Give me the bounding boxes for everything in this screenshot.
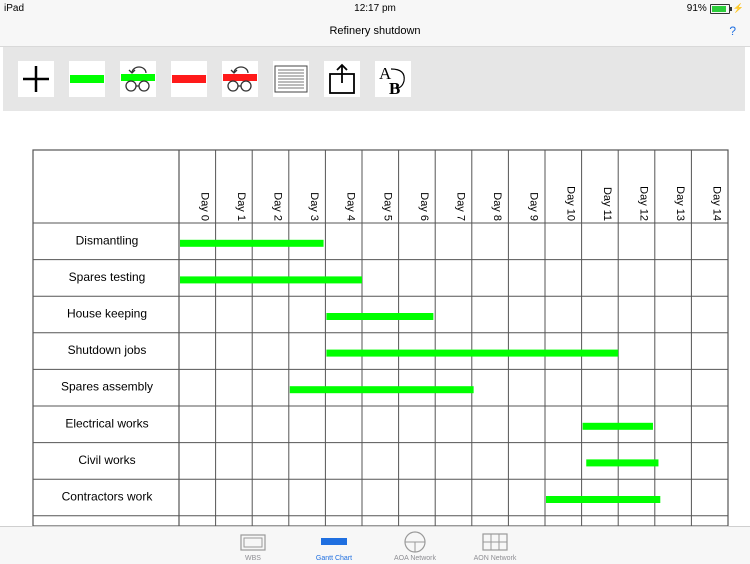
task-bar[interactable] — [289, 386, 474, 394]
task-bar[interactable] — [546, 496, 661, 503]
day-header-label: Day 14 — [711, 186, 723, 221]
tab-gantt-chart[interactable]: Gantt Chart — [294, 527, 374, 564]
day-header-label: Day 2 — [272, 192, 284, 221]
day-header-label: Day 0 — [198, 192, 210, 221]
aon-network-icon — [482, 533, 508, 551]
gantt-chart: Day 0 Day 1 Day 2 Day 3 Day 4 Day 5 Day 6 Day 7… — [32, 149, 729, 527]
task-name-label: Shutdown jobs — [68, 343, 147, 357]
tab-gantt-chart-label: Gantt Chart — [315, 555, 353, 562]
tab-wbs[interactable]: WBS — [213, 527, 293, 564]
tab-aoa-network[interactable]: AOA Network — [375, 527, 455, 564]
tab-aon-network-label: AON Network — [473, 555, 517, 562]
day-header-label: Day 7 — [455, 192, 467, 221]
task-bar[interactable] — [582, 422, 653, 430]
task-bar[interactable] — [180, 276, 362, 284]
task-bar[interactable] — [326, 349, 619, 357]
task-name-label: House keeping — [67, 307, 147, 321]
tab-wbs-label: WBS — [245, 555, 261, 562]
day-header-label: Day 12 — [638, 186, 650, 221]
gantt-grid-frame — [32, 149, 729, 527]
task-name-label: Spares testing — [69, 270, 146, 284]
task-bar[interactable] — [180, 239, 324, 247]
day-header-label: Day 5 — [381, 192, 393, 221]
tab-bar: WBS Gantt Chart AOA Network AON Network — [0, 526, 750, 564]
task-name-label: Civil works — [78, 453, 135, 467]
task-name-label: Spares assembly — [61, 380, 153, 394]
day-header-label: Day 11 — [601, 187, 613, 221]
task-name-label: Dismantling — [76, 233, 139, 247]
wbs-icon — [240, 534, 266, 551]
tab-aon-network[interactable]: AON Network — [455, 527, 535, 564]
task-name-label: Electrical works — [65, 416, 148, 430]
day-header-label: Day 3 — [308, 192, 320, 221]
aoa-network-icon — [404, 531, 426, 553]
task-name-label: Contractors work — [62, 490, 154, 504]
tab-aoa-network-label: AOA Network — [393, 555, 436, 562]
day-header-label: Day 6 — [418, 192, 430, 221]
day-header-label: Day 13 — [674, 186, 686, 221]
day-header-label: Day 9 — [528, 192, 540, 221]
day-header-label: Day 8 — [491, 192, 503, 221]
task-bar[interactable] — [586, 459, 659, 467]
day-header-label: Day 4 — [345, 192, 357, 221]
day-header-label: Day 1 — [235, 192, 247, 221]
day-header-label: Day 10 — [564, 186, 576, 221]
gantt-chart-icon — [321, 538, 347, 545]
task-bar[interactable] — [326, 313, 434, 320]
